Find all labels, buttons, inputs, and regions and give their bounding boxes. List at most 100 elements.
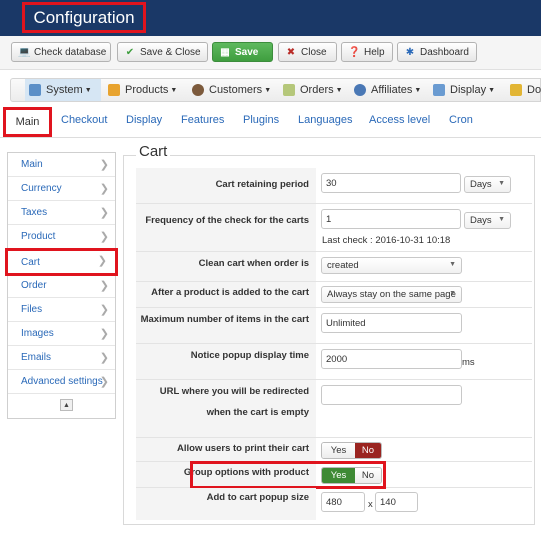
value-cell: 480 x 140 [321,488,532,520]
label-cell: Cart retaining period [136,168,316,203]
display-icon [433,84,445,96]
sidebar-item-taxes[interactable]: Taxes ❯ [8,201,115,225]
tab-checkout[interactable]: Checkout [61,114,107,126]
menu-customers[interactable]: Customers ▼ [192,79,271,101]
popup-width-value: 480 [326,496,342,508]
label-cell: Add to cart popup size [136,488,316,520]
config-sidebar: Main ❯ Currency ❯ Taxes ❯ Product ❯ Cart ❯ Or… [5,152,118,419]
notice-popup-label: Notice popup display time [190,350,309,361]
menu-customers-label: Customers [209,84,263,96]
sidebar-item-files[interactable]: Files ❯ [8,298,115,322]
tab-plugins[interactable]: Plugins [243,114,279,126]
app-header: Configuration [0,0,541,36]
menu-display-label: Display [450,84,487,96]
value-cell: 1 Days ▼ Last check : 2016-10-31 10:18 [321,204,532,251]
notice-popup-input[interactable]: 2000 [321,349,462,369]
sidebar-item-advanced-settings[interactable]: Advanced settings ❯ [8,370,115,394]
sidebar-item-label: Emails [21,352,52,363]
value-cell: created ▼ [321,252,532,281]
products-icon [108,84,120,96]
row-redirect-url: URL where you will be redirected when th… [136,380,532,438]
computer-icon: 💻 [18,46,31,58]
tab-cron[interactable]: Cron [449,114,473,126]
doc-icon [510,84,522,96]
after-add-value: Always stay on the same page [327,289,456,300]
cart-retaining-period-label: Cart retaining period [215,179,309,190]
sidebar-item-label: Order [21,280,47,291]
tab-languages[interactable]: Languages [298,114,352,126]
menu-affiliates[interactable]: Affiliates ▼ [354,79,421,101]
chevron-right-icon: ❯ [99,159,109,171]
sidebar-item-label: Main [21,159,43,170]
sidebar-item-emails[interactable]: Emails ❯ [8,346,115,370]
sidebar-item-product[interactable]: Product ❯ [8,225,115,249]
cart-retaining-unit-select[interactable]: Days ▼ [464,176,511,193]
after-add-select[interactable]: Always stay on the same page ▼ [321,286,462,303]
save-close-button[interactable]: ✔ Save & Close [117,42,208,62]
tab-access-level[interactable]: Access level [369,114,430,126]
print-cart-no-button[interactable]: No [355,443,381,458]
help-button[interactable]: ❓ Help [341,42,393,62]
chevron-right-icon: ❯ [99,280,109,292]
value-cell: Always stay on the same page ▼ [321,282,532,307]
value-cell [321,380,532,437]
help-label: Help [364,46,385,58]
sidebar-item-label: Currency [21,183,62,194]
close-button[interactable]: ✖ Close [278,42,337,62]
sidebar-item-order[interactable]: Order ❯ [8,274,115,298]
chevron-right-icon: ❯ [99,304,109,316]
save-button[interactable]: ▦ Save [212,42,273,62]
frequency-check-label: Frequency of the check for the carts [145,215,309,226]
row-clean-cart: Clean cart when order is created ▼ [136,252,532,282]
menu-orders[interactable]: Orders ▼ [283,79,343,101]
max-items-input[interactable]: Unlimited [321,313,462,333]
row-notice-popup: Notice popup display time 2000 ms [136,344,532,380]
cart-retaining-period-input[interactable]: 30 [321,173,461,193]
print-cart-yes-button[interactable]: Yes [322,443,355,458]
sidebar-item-currency[interactable]: Currency ❯ [8,177,115,201]
check-database-button[interactable]: 💻 Check database [11,42,111,62]
menu-system[interactable]: System ▼ [25,79,101,101]
sidebar-item-main[interactable]: Main ❯ [8,153,115,177]
value-cell: 2000 ms [321,344,532,379]
tab-main[interactable]: Main [3,107,52,137]
label-cell: Frequency of the check for the carts [136,204,316,251]
clean-cart-value: created [327,260,359,271]
clean-cart-select[interactable]: created ▼ [321,257,462,274]
frequency-unit-value: Days [470,215,492,226]
caret-icon: ▼ [488,86,496,94]
sidebar-item-cart[interactable]: Cart ❯ [5,248,118,276]
frequency-unit-select[interactable]: Days ▼ [464,212,511,229]
print-cart-label: Allow users to print their cart [177,443,309,454]
config-tabs: Main Checkout Display Features Plugins L… [0,104,541,138]
popup-height-value: 140 [380,496,396,508]
scroll-up-button[interactable]: ▲ [60,399,73,411]
chevron-right-icon: ❯ [99,183,109,195]
page-title-highlight: Configuration [22,2,146,33]
sidebar-item-label: Cart [21,256,40,268]
close-icon: ✖ [286,46,296,58]
dashboard-button[interactable]: ✱ Dashboard [397,42,477,62]
caret-icon: ▼ [264,86,272,94]
menu-products[interactable]: Products ▼ [108,79,177,101]
tab-display[interactable]: Display [126,114,162,126]
label-cell: Clean cart when order is [136,252,316,281]
sidebar-item-images[interactable]: Images ❯ [8,322,115,346]
frequency-check-input[interactable]: 1 [321,209,461,229]
menu-doc[interactable]: Doc [510,79,541,101]
tab-features[interactable]: Features [181,114,224,126]
dashboard-icon: ✱ [405,46,415,58]
print-cart-toggle: Yes No [321,442,382,459]
caret-icon: ▼ [449,261,456,268]
customers-icon [192,84,204,96]
row-print-cart: Allow users to print their cart Yes No [136,438,532,462]
redirect-url-input[interactable] [321,385,462,405]
caret-icon: ▼ [498,216,505,223]
value-cell: Unlimited [321,308,532,343]
menu-display[interactable]: Display ▼ [433,79,495,101]
popup-width-input[interactable]: 480 [321,492,365,512]
toolbar: 💻 Check database ✔ Save & Close ▦ Save ✖… [0,36,541,70]
check-icon: ✔ [125,46,135,58]
popup-height-input[interactable]: 140 [375,492,418,512]
redirect-url-label-line2: when the cart is empty [206,407,309,418]
